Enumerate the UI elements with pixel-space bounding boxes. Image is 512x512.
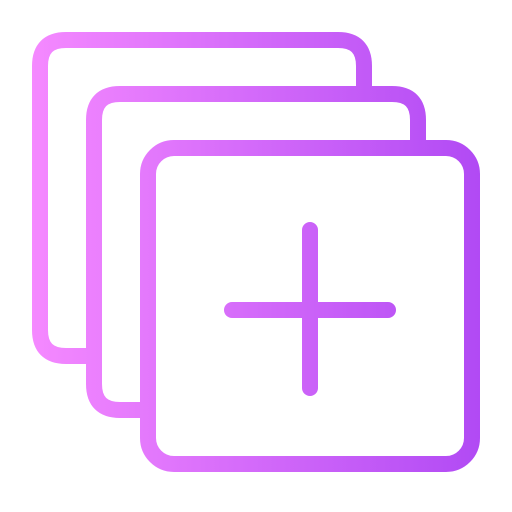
add-layers-icon: [32, 32, 480, 472]
icon-canvas: [0, 0, 512, 512]
